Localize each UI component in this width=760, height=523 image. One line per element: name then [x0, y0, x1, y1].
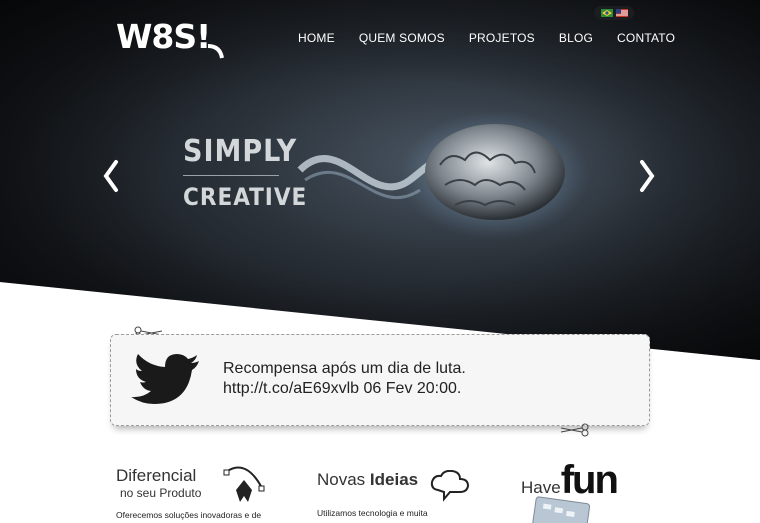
feature-title-bold: Ideias — [369, 470, 419, 489]
tweet-text: Recompensa após um dia de luta. http://t… — [223, 359, 466, 399]
tweet-line1: Recompensa após um dia de luta. — [223, 360, 466, 377]
speech-cloud-icon — [430, 470, 470, 502]
chevron-left-icon[interactable] — [101, 156, 121, 196]
logo-text: W8S! — [116, 17, 210, 56]
nav-contato[interactable]: CONTATO — [617, 31, 675, 45]
scissors-icon — [560, 423, 589, 437]
flag-usa-icon[interactable] — [615, 9, 628, 17]
feature-title-plain: Have — [521, 478, 561, 497]
feature-title: Novas Ideias — [317, 470, 428, 490]
nav-quem-somos[interactable]: QUEM SOMOS — [359, 31, 445, 45]
brain-illustration — [297, 110, 590, 240]
twitter-bird-icon[interactable] — [125, 351, 205, 409]
nav-blog[interactable]: BLOG — [559, 31, 593, 45]
toy-image — [532, 496, 590, 523]
slogan-divider — [183, 175, 279, 176]
flag-brazil-icon[interactable] — [600, 9, 613, 17]
main-nav: HOME QUEM SOMOS PROJETOS BLOG CONTATO — [298, 31, 699, 45]
nav-projetos[interactable]: PROJETOS — [469, 31, 535, 45]
feature-text: Utilizamos tecnologia e muita — [317, 508, 428, 518]
feature-text: Oferecemos soluções inovadoras e de — [116, 510, 262, 520]
bezier-pen-icon — [223, 466, 265, 502]
nav-home[interactable]: HOME — [298, 31, 335, 45]
tweet-line2[interactable]: http://t.co/aE69xvlb 06 Fev 20:00. — [223, 379, 466, 399]
feature-title-plain: Novas — [317, 470, 370, 489]
logo[interactable]: W8S! — [116, 16, 226, 60]
chevron-right-icon[interactable] — [637, 156, 657, 196]
language-switcher — [594, 6, 634, 20]
feature-novas-ideias: Novas Ideias Utilizamos tecnologia e mui… — [317, 470, 428, 518]
tweet-box: Recompensa após um dia de luta. http://t… — [110, 334, 650, 426]
